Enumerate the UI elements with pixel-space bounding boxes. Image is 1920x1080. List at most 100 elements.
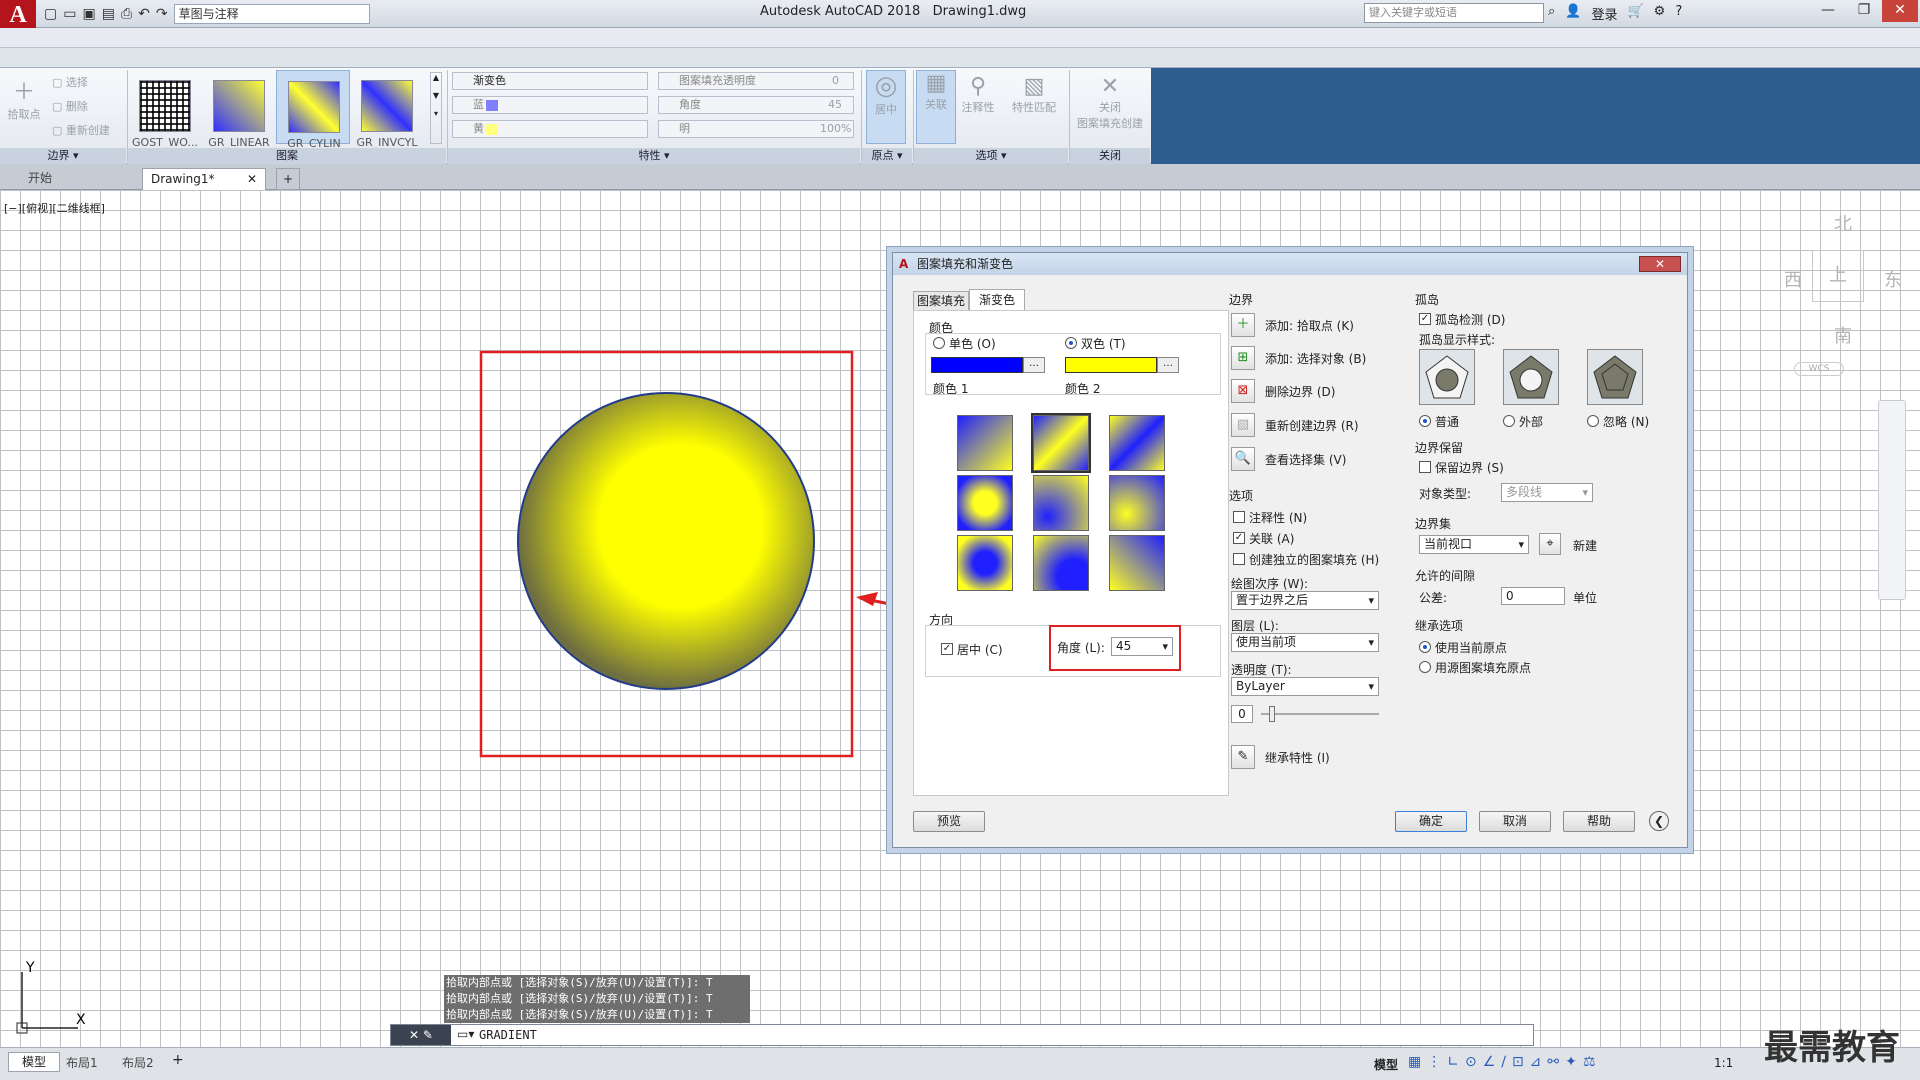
color1-browse-button[interactable]: … (1023, 357, 1045, 373)
gradient-option-spherical[interactable] (957, 475, 1013, 531)
tolerance-label: 公差: (1419, 591, 1448, 605)
model-space-toggle[interactable]: 模型 (1374, 1056, 1398, 1073)
add-select-objects-label[interactable]: 添加: 选择对象 (B) (1265, 350, 1366, 367)
command-prompt-icon: ▭▾ (457, 1027, 475, 1041)
layer-label: 图层 (L): (1231, 619, 1279, 633)
separate-hatches-checkbox[interactable] (1233, 553, 1245, 565)
draw-order-select[interactable]: 置于边界之后 (1231, 591, 1379, 610)
centered-checkbox[interactable]: ✓ (941, 643, 953, 655)
use-current-origin-label: 使用当前原点 (1435, 641, 1508, 655)
tolerance-input[interactable]: 0 (1501, 587, 1565, 605)
command-line[interactable]: ✕ ✎ ▭▾ GRADIENT (390, 1024, 1534, 1046)
transparency-slider-track[interactable] (1261, 713, 1379, 715)
separate-hatches-label: 创建独立的图案填充 (H) (1249, 553, 1380, 567)
remove-boundaries-icon[interactable]: ⊠ (1231, 379, 1255, 403)
gradient-option-invspherical[interactable] (957, 535, 1013, 591)
boundary-set-label: 边界集 (1415, 517, 1452, 531)
draw-order-label: 绘图次序 (W): (1231, 577, 1309, 591)
add-select-objects-icon[interactable]: ⊞ (1231, 346, 1255, 370)
add-pick-points-icon[interactable]: ＋ (1231, 313, 1255, 337)
viewcube[interactable]: 北 西 东 南 上 (1784, 210, 1904, 347)
gradient-option-invcurved[interactable] (1109, 535, 1165, 591)
island-detection-checkbox[interactable]: ✓ (1419, 313, 1431, 325)
two-color-radio[interactable] (1065, 337, 1077, 349)
color2-label: 颜色 2 (1065, 382, 1101, 396)
island-outer-radio[interactable] (1503, 415, 1515, 427)
dialog-titlebar[interactable]: A 图案填充和渐变色 ✕ (893, 253, 1687, 275)
tab-gradient[interactable]: 渐变色 (969, 289, 1025, 311)
island-ignore-radio[interactable] (1587, 415, 1599, 427)
island-ignore-icon[interactable] (1587, 349, 1643, 405)
add-pick-points-label[interactable]: 添加: 拾取点 (K) (1265, 317, 1354, 334)
preview-button[interactable]: 预览 (913, 811, 985, 832)
inherit-options-label: 继承选项 (1415, 619, 1464, 633)
associative-checkbox[interactable]: ✓ (1233, 532, 1245, 544)
new-boundary-set-label[interactable]: 新建 (1573, 537, 1597, 554)
island-ignore-label: 忽略 (N) (1603, 415, 1650, 429)
inherit-properties-icon[interactable]: ✎ (1231, 745, 1255, 769)
viewcube-north[interactable]: 北 (1834, 210, 1852, 236)
single-color-radio[interactable] (933, 337, 945, 349)
use-source-origin-radio[interactable] (1419, 661, 1431, 673)
annotative-checkbox[interactable] (1233, 511, 1245, 523)
use-source-origin-label: 用源图案填充原点 (1435, 661, 1532, 675)
gradient-option-invcylinder[interactable] (1109, 415, 1165, 471)
cancel-button[interactable]: 取消 (1479, 811, 1551, 832)
color1-swatch-bar[interactable] (931, 357, 1023, 373)
gradient-option-invhemispherical[interactable] (1033, 535, 1089, 591)
tab-layout1[interactable]: 布局1 (66, 1054, 98, 1071)
help-button[interactable]: 帮助 (1563, 811, 1635, 832)
add-layout-icon[interactable]: + (172, 1052, 184, 1068)
viewcube-south[interactable]: 南 (1834, 322, 1852, 348)
wcs-menu[interactable]: WCS (1794, 362, 1844, 376)
history-line: 拾取内部点或 [选择对象(S)/放弃(U)/设置(T)]: T (444, 1007, 750, 1023)
color2-swatch-bar[interactable] (1065, 357, 1157, 373)
remove-boundaries-label[interactable]: 删除边界 (D) (1265, 383, 1335, 400)
options-label: 选项 (1229, 489, 1254, 503)
tab-model[interactable]: 模型 (8, 1052, 60, 1072)
retain-group-label: 边界保留 (1415, 441, 1464, 455)
centered-label: 居中 (C) (957, 643, 1003, 657)
gradient-circle[interactable] (517, 392, 815, 690)
gradient-option-hemispherical[interactable] (1033, 475, 1089, 531)
inherit-properties-label[interactable]: 继承特性 (I) (1265, 749, 1330, 766)
island-normal-radio[interactable] (1419, 415, 1431, 427)
dialog-close-button[interactable]: ✕ (1639, 256, 1681, 272)
command-line-controls[interactable]: ✕ ✎ (391, 1025, 451, 1045)
autocad-small-icon: A (899, 257, 909, 271)
tab-layout2[interactable]: 布局2 (122, 1054, 154, 1071)
navigation-bar[interactable] (1878, 400, 1906, 600)
use-current-origin-radio[interactable] (1419, 641, 1431, 653)
color2-browse-button[interactable]: … (1157, 357, 1179, 373)
color1-label: 颜色 1 (933, 382, 969, 396)
transparency-slider-thumb[interactable] (1269, 706, 1275, 722)
arrow-head (856, 592, 878, 606)
retain-boundaries-checkbox[interactable] (1419, 461, 1431, 473)
transparency-value-field[interactable]: 0 (1231, 705, 1253, 723)
history-line: 拾取内部点或 [选择对象(S)/放弃(U)/设置(T)]: T (444, 991, 750, 1007)
boundary-set-select[interactable]: 当前视口 (1419, 535, 1529, 554)
gradient-option-curved[interactable] (1109, 475, 1165, 531)
angle-select[interactable]: 45 (1111, 637, 1173, 656)
viewcube-east[interactable]: 东 (1884, 266, 1902, 292)
view-selections-label[interactable]: 查看选择集 (V) (1265, 451, 1346, 468)
status-toggles[interactable]: ▦⋮∟⊙∠∕⊡⊿⚯✦⚖ (1408, 1054, 1601, 1070)
ok-button[interactable]: 确定 (1395, 811, 1467, 832)
gradient-option-linear[interactable] (957, 415, 1013, 471)
transparency-select[interactable]: ByLayer (1231, 677, 1379, 696)
gradient-option-cylinder[interactable] (1031, 413, 1091, 473)
command-input[interactable]: GRADIENT (479, 1028, 537, 1042)
viewcube-west[interactable]: 西 (1784, 266, 1802, 292)
layer-select[interactable]: 使用当前项 (1231, 633, 1379, 652)
island-normal-label: 普通 (1435, 415, 1460, 429)
command-history: 拾取内部点或 [选择对象(S)/放弃(U)/设置(T)]: T 拾取内部点或 [… (444, 975, 750, 1023)
island-outer-icon[interactable] (1503, 349, 1559, 405)
island-normal-icon[interactable] (1419, 349, 1475, 405)
view-selections-icon[interactable]: 🔍 (1231, 447, 1255, 471)
tab-hatch[interactable]: 图案填充 (913, 291, 969, 311)
viewcube-top-face[interactable]: 上 (1812, 250, 1864, 302)
annotation-scale[interactable]: 1:1 (1714, 1056, 1733, 1070)
new-boundary-set-icon[interactable]: ⌖ (1539, 533, 1561, 555)
collapse-arrow-icon[interactable]: ❮ (1649, 811, 1669, 831)
tolerance-unit-label: 单位 (1573, 591, 1598, 605)
